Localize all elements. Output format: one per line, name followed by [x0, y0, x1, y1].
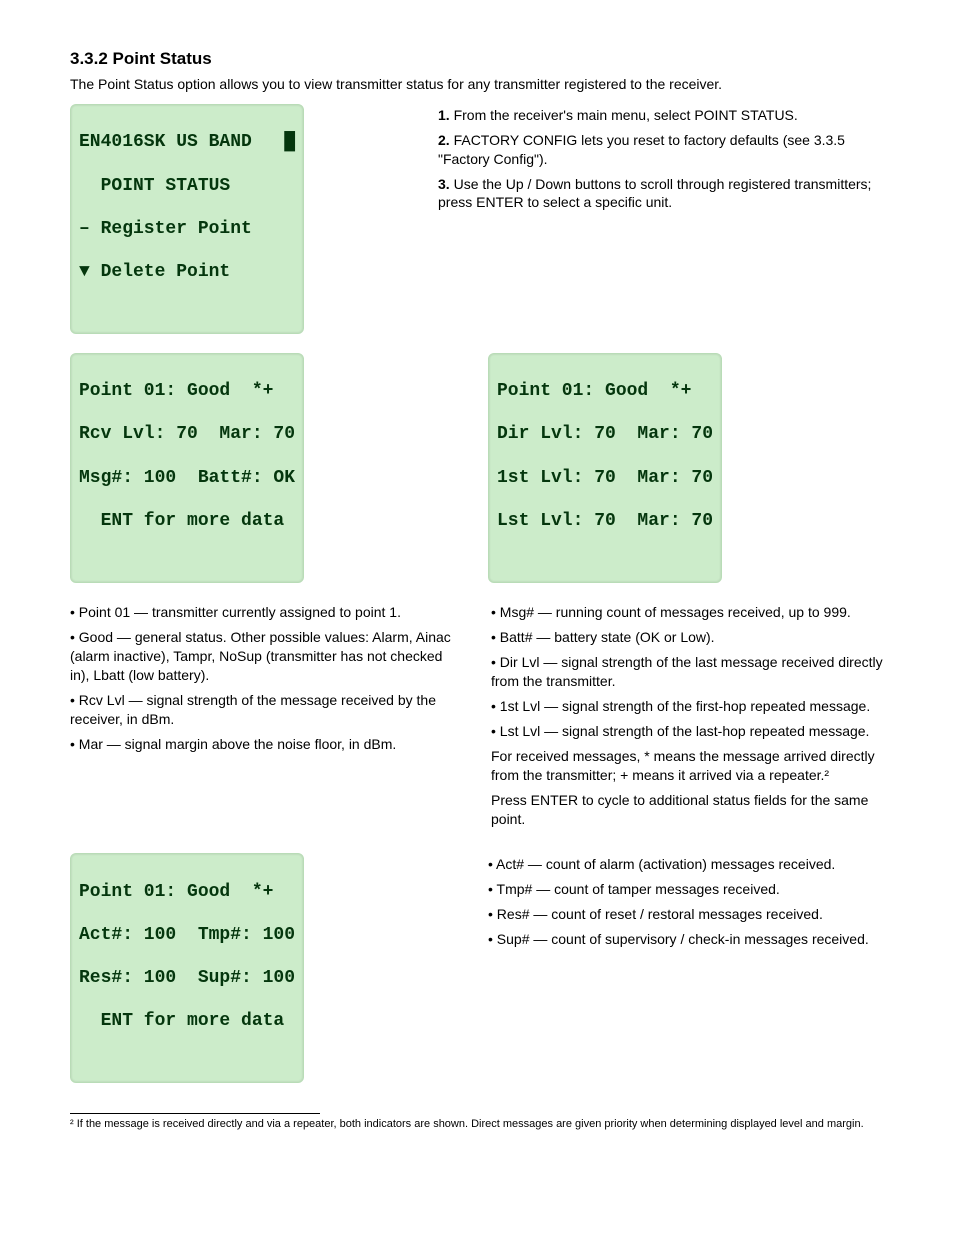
- lcd-status-hops: Point 01: Good *+ Dir Lvl: 70 Mar: 70 1s…: [488, 353, 722, 583]
- right-note-1: For received messages, * means the messa…: [491, 747, 884, 785]
- lcd-menu-line-4: ▼ Delete Point: [79, 262, 295, 284]
- right-bullet-1: Msg# — running count of messages receive…: [500, 604, 851, 620]
- lcd-status-hops-line-2: Dir Lvl: 70 Mar: 70: [497, 424, 713, 446]
- lcd-status-hops-line-3: 1st Lvl: 70 Mar: 70: [497, 468, 713, 490]
- counts-bullet-3: Res# — count of reset / restoral message…: [497, 906, 823, 922]
- explanation-right: • Msg# — running count of messages recei…: [491, 601, 884, 834]
- explanation-left: • Point 01 — transmitter currently assig…: [70, 601, 463, 759]
- lcd-status-primary-line-2: Rcv Lvl: 70 Mar: 70: [79, 424, 295, 446]
- left-bullet-2: Good — general status. Other possible va…: [70, 629, 451, 683]
- lcd-status-hops-line-1: Point 01: Good *+: [497, 381, 713, 403]
- lcd-status-counts-line-2: Act#: 100 Tmp#: 100: [79, 925, 295, 947]
- status-row: Point 01: Good *+ Rcv Lvl: 70 Mar: 70 Ms…: [70, 353, 884, 583]
- lcd-status-primary-line-3: Msg#: 100 Batt#: OK: [79, 468, 295, 490]
- left-bullet-3: Rcv Lvl — signal strength of the message…: [70, 692, 436, 727]
- counts-bullet-4: Sup# — count of supervisory / check-in m…: [497, 931, 869, 947]
- intro-paragraph: The Point Status option allows you to vi…: [70, 75, 884, 94]
- footnote-rule: [70, 1113, 320, 1114]
- lcd-menu-screen: EN4016SK US BAND █ POINT STATUS – Regist…: [70, 104, 304, 334]
- lcd-status-counts: Point 01: Good *+ Act#: 100 Tmp#: 100 Re…: [70, 853, 304, 1083]
- lcd-status-hops-line-4: Lst Lvl: 70 Mar: 70: [497, 511, 713, 533]
- left-bullet-1: Point 01 — transmitter currently assigne…: [79, 604, 401, 620]
- lcd-status-counts-line-1: Point 01: Good *+: [79, 882, 295, 904]
- lcd-status-counts-line-3: Res#: 100 Sup#: 100: [79, 968, 295, 990]
- right-note-2: Press ENTER to cycle to additional statu…: [491, 791, 884, 829]
- right-bullet-4: 1st Lvl — signal strength of the first-h…: [500, 698, 870, 714]
- lcd-status-primary-line-1: Point 01: Good *+: [79, 381, 295, 403]
- lcd-menu-line-1: EN4016SK US BAND █: [79, 132, 295, 154]
- lcd-status-counts-line-4: ENT for more data: [79, 1011, 295, 1033]
- lcd-menu-line-3: – Register Point: [79, 219, 295, 241]
- right-bullet-2: Batt# — battery state (OK or Low).: [500, 629, 715, 645]
- lcd-status-primary-line-4: ENT for more data: [79, 511, 295, 533]
- right-bullet-3: Dir Lvl — signal strength of the last me…: [491, 654, 883, 689]
- step-2: FACTORY CONFIG lets you reset to factory…: [438, 132, 845, 167]
- explanation-columns: • Point 01 — transmitter currently assig…: [70, 601, 884, 834]
- lcd-menu-line-2: POINT STATUS: [79, 176, 295, 198]
- footnote: ² If the message is received directly an…: [70, 1118, 870, 1132]
- top-row: EN4016SK US BAND █ POINT STATUS – Regist…: [70, 104, 884, 334]
- counts-bullets: • Act# — count of alarm (activation) mes…: [488, 853, 884, 955]
- right-bullet-5: Lst Lvl — signal strength of the last-ho…: [500, 723, 870, 739]
- counts-bullet-2: Tmp# — count of tamper messages received…: [497, 881, 780, 897]
- counts-row: Point 01: Good *+ Act#: 100 Tmp#: 100 Re…: [70, 853, 884, 1083]
- lcd-status-primary: Point 01: Good *+ Rcv Lvl: 70 Mar: 70 Ms…: [70, 353, 304, 583]
- left-bullet-4: Mar — signal margin above the noise floo…: [79, 736, 397, 752]
- step-1: From the receiver's main menu, select PO…: [454, 107, 798, 123]
- section-heading: 3.3.2 Point Status: [70, 48, 884, 71]
- counts-bullet-1: Act# — count of alarm (activation) messa…: [496, 856, 835, 872]
- step-3: Use the Up / Down buttons to scroll thro…: [438, 176, 871, 211]
- step-list: 1. From the receiver's main menu, select…: [438, 104, 884, 218]
